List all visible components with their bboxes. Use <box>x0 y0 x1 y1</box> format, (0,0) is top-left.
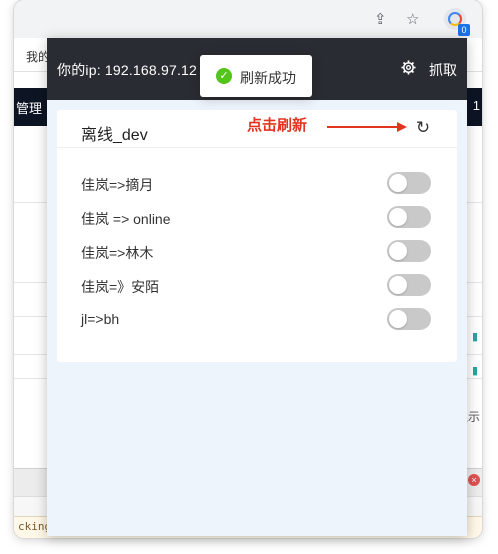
rule-toggle[interactable] <box>387 206 431 228</box>
list-item: 佳岚=>林木 <box>81 240 437 264</box>
rule-label: 佳岚=>林木 <box>81 245 154 261</box>
screenshot-stage: ⇪ ☆ 0 我的 管理 1 ▮ ▮ 显示 × cking 你的ip: 192.1… <box>0 0 498 554</box>
extension-popup: 你的ip: 192.168.97.12 抓取 离线_dev 点击刷新 ↻ 佳岚=… <box>47 38 467 536</box>
list-item: jl=>bh <box>81 308 437 332</box>
toggle-knob <box>389 174 407 192</box>
gear-icon-svg <box>401 60 416 75</box>
list-item: 佳岚 => online <box>81 206 437 230</box>
rule-label: 佳岚=》安陌 <box>81 279 160 295</box>
rule-toggle[interactable] <box>387 274 431 296</box>
page-nav-right-label[interactable]: 1 <box>473 98 480 113</box>
success-toast: ✓ 刷新成功 <box>200 55 312 97</box>
rule-toggle[interactable] <box>387 240 431 262</box>
gear-icon[interactable] <box>401 60 416 79</box>
toggle-knob <box>389 276 407 294</box>
extension-badge: 0 <box>458 24 470 36</box>
toggle-knob <box>389 242 407 260</box>
card-title: 离线_dev <box>81 127 148 144</box>
environment-card: 离线_dev 点击刷新 ↻ 佳岚=>摘月 佳岚 => online 佳岚=>林木… <box>57 110 457 362</box>
rule-label: jl=>bh <box>81 311 120 327</box>
side-mark-icon: ▮ <box>471 331 478 343</box>
star-icon[interactable]: ☆ <box>406 12 419 27</box>
annotation-label: 点击刷新 <box>247 117 308 134</box>
grab-button[interactable]: 抓取 <box>429 60 457 80</box>
toggle-knob <box>389 208 407 226</box>
rule-label: 佳岚 => online <box>81 211 171 227</box>
toggle-knob <box>389 310 407 328</box>
success-check-icon: ✓ <box>216 68 232 84</box>
page-nav-left-label[interactable]: 管理 <box>16 98 42 117</box>
close-icon[interactable]: × <box>468 474 480 486</box>
ip-address-text: 你的ip: 192.168.97.12 <box>57 62 198 78</box>
rule-label: 佳岚=>摘月 <box>81 177 154 193</box>
share-icon[interactable]: ⇪ <box>374 12 387 27</box>
annotation-arrow <box>327 126 397 128</box>
list-item: 佳岚=》安陌 <box>81 274 437 298</box>
annotation-arrow-head <box>397 122 407 132</box>
extension-icon[interactable]: 0 <box>444 8 470 36</box>
card-header: 离线_dev 点击刷新 ↻ <box>57 110 457 148</box>
browser-toolbar: ⇪ ☆ 0 <box>14 0 482 38</box>
list-item: 佳岚=>摘月 <box>81 172 437 196</box>
toast-message: 刷新成功 <box>240 70 296 86</box>
rule-toggle[interactable] <box>387 308 431 330</box>
side-mark-icon: ▮ <box>471 365 478 377</box>
refresh-icon[interactable]: ↻ <box>414 119 432 137</box>
rule-toggle[interactable] <box>387 172 431 194</box>
